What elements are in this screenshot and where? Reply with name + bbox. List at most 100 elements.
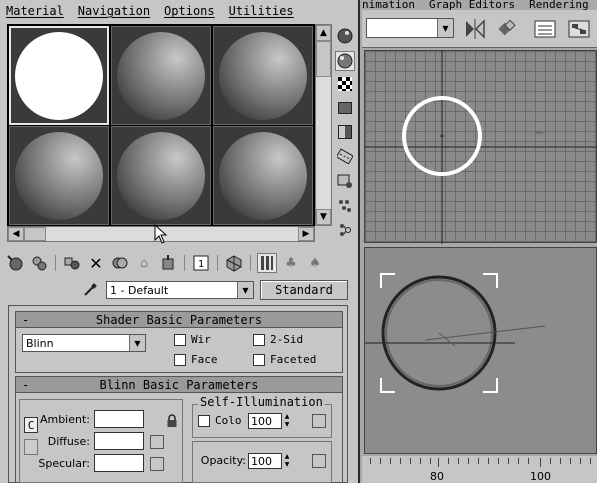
checkbox-label: Colo [215, 414, 242, 427]
make-preview-icon[interactable] [335, 146, 355, 166]
sample-slot-3[interactable] [213, 26, 313, 125]
make-unique-icon[interactable]: ⌂ [134, 253, 154, 273]
opacity-spinner[interactable]: 100 ▲ ▼ [248, 453, 292, 469]
reset-map-x-icon[interactable]: ✕ [86, 253, 106, 273]
checkbox-label: Face [191, 353, 218, 366]
go-forward-sibling-icon[interactable]: ♠ [305, 253, 325, 273]
slots-vertical-scrollbar[interactable]: ▲ ▼ [315, 24, 332, 226]
self-illum-color-checkbox[interactable]: Colo [198, 414, 242, 427]
top-viewport[interactable] [364, 50, 597, 244]
checkbox-box [253, 333, 265, 346]
checkbox-box [174, 353, 186, 366]
backlight-icon[interactable] [335, 51, 355, 71]
specular-color-swatch[interactable] [94, 454, 144, 472]
named-selection-set-dropdown[interactable]: ▼ [366, 18, 454, 38]
material-effects-channel-icon[interactable]: 1 [191, 253, 211, 273]
self-illum-map-button[interactable] [312, 414, 326, 428]
scroll-thumb[interactable] [316, 41, 331, 77]
sample-slot-4[interactable] [9, 126, 109, 225]
material-editor-menubar: Material Navigation Options Utilities [0, 0, 358, 22]
scroll-up-arrow-icon[interactable]: ▲ [316, 25, 331, 41]
spinner-arrows-icon[interactable]: ▲ ▼ [282, 413, 292, 429]
material-name-dropdown[interactable]: 1 - Default ▼ [106, 281, 254, 299]
perspective-viewport[interactable] [364, 247, 597, 454]
scroll-right-arrow-icon[interactable]: ▶ [298, 227, 314, 241]
align-icon[interactable] [494, 18, 520, 40]
top-viewport-scene [365, 51, 597, 244]
material-parameters-panel: - Shader Basic Parameters Blinn ▼ Wir 2-… [8, 305, 348, 483]
get-material-icon[interactable] [5, 253, 25, 273]
schematic-view-icon[interactable] [566, 18, 592, 40]
chevron-down-icon: ▼ [437, 19, 453, 37]
opacity-map-button[interactable] [312, 454, 326, 468]
self-illum-value[interactable]: 100 [248, 413, 282, 429]
put-to-scene-icon[interactable] [29, 253, 49, 273]
spinner-arrows-icon[interactable]: ▲ ▼ [282, 453, 292, 469]
checkbox-box [198, 414, 210, 427]
chevron-down-icon: ▼ [237, 282, 253, 298]
put-to-library-icon[interactable] [158, 253, 178, 273]
sample-type-icon[interactable] [335, 26, 355, 46]
faceted-checkbox[interactable]: Faceted [253, 353, 316, 366]
specular-map-button[interactable] [150, 457, 164, 471]
shader-type-dropdown[interactable]: Blinn ▼ [22, 334, 146, 352]
select-by-material-icon[interactable] [335, 196, 355, 216]
ambient-color-swatch[interactable] [94, 410, 144, 428]
checker-background-icon[interactable] [335, 74, 355, 94]
diffuse-map-button[interactable] [150, 435, 164, 449]
menu-utilities[interactable]: Utilities [229, 4, 294, 18]
scroll-left-arrow-icon[interactable]: ◀ [8, 227, 24, 241]
sample-slot-5[interactable] [111, 126, 211, 225]
toolbar-divider [250, 255, 251, 271]
perspective-viewport-scene [365, 273, 546, 393]
options-icon[interactable] [335, 171, 355, 191]
shader-type-value: Blinn [26, 336, 54, 350]
assign-material-icon[interactable] [62, 253, 82, 273]
sample-sphere [15, 131, 103, 220]
curve-editor-icon[interactable] [532, 18, 558, 40]
checkbox-label: 2-Sid [270, 333, 304, 346]
ambient-label: Ambient: [39, 413, 90, 426]
specular-label: Specular: [38, 457, 90, 470]
sample-sphere [117, 31, 205, 120]
sample-slot-1[interactable] [9, 26, 109, 125]
rollout-header[interactable]: - Shader Basic Parameters [16, 312, 342, 328]
scroll-down-arrow-icon[interactable]: ▼ [316, 209, 331, 225]
menu-options[interactable]: Options [164, 4, 215, 18]
menu-navigation[interactable]: Navigation [78, 4, 150, 18]
menu-rendering[interactable]: Rendering [529, 0, 589, 10]
face-map-checkbox[interactable]: Face [174, 353, 218, 366]
video-color-check-icon[interactable] [335, 122, 355, 142]
timeline-ruler[interactable]: 80 100 [362, 456, 597, 483]
opacity-value[interactable]: 100 [248, 453, 282, 469]
sample-slot-6[interactable] [213, 126, 313, 225]
mouse-cursor-icon [154, 224, 168, 244]
show-map-in-viewport-icon[interactable] [224, 253, 244, 273]
rollout-header[interactable]: - Blinn Basic Parameters [16, 377, 342, 393]
sample-slot-2[interactable] [111, 26, 211, 125]
material-type-button[interactable]: Standard [260, 280, 348, 300]
diffuse-color-swatch[interactable] [94, 432, 144, 450]
material-name-row: 1 - Default ▼ Standard [80, 279, 348, 301]
menu-material[interactable]: Material [6, 4, 64, 18]
mirror-icon[interactable] [462, 18, 488, 40]
sample-uv-tiling-icon[interactable] [335, 98, 355, 118]
two-sided-checkbox[interactable]: 2-Sid [253, 333, 303, 346]
sample-sphere [15, 31, 103, 120]
main-menubar: nimation Graph Editors Rendering Cu [362, 0, 597, 10]
show-end-result-icon[interactable] [257, 253, 277, 273]
sample-sphere [219, 31, 307, 120]
checkbox-box [253, 353, 265, 366]
make-copy-icon[interactable] [110, 253, 130, 273]
rollout-title: Shader Basic Parameters [95, 312, 263, 327]
self-illum-spinner[interactable]: 100 ▲ ▼ [248, 413, 292, 429]
lock-icon[interactable] [166, 414, 178, 428]
menu-animation[interactable]: nimation [362, 0, 415, 10]
rollout-title: Blinn Basic Parameters [99, 377, 259, 392]
wire-checkbox[interactable]: Wir [174, 333, 211, 346]
material-navigator-icon[interactable] [335, 220, 355, 240]
scroll-thumb[interactable] [24, 227, 46, 241]
pick-material-eyedropper-icon[interactable] [80, 280, 100, 300]
go-to-parent-icon[interactable]: ♣ [281, 253, 301, 273]
menu-graph-editors[interactable]: Graph Editors [429, 0, 515, 10]
